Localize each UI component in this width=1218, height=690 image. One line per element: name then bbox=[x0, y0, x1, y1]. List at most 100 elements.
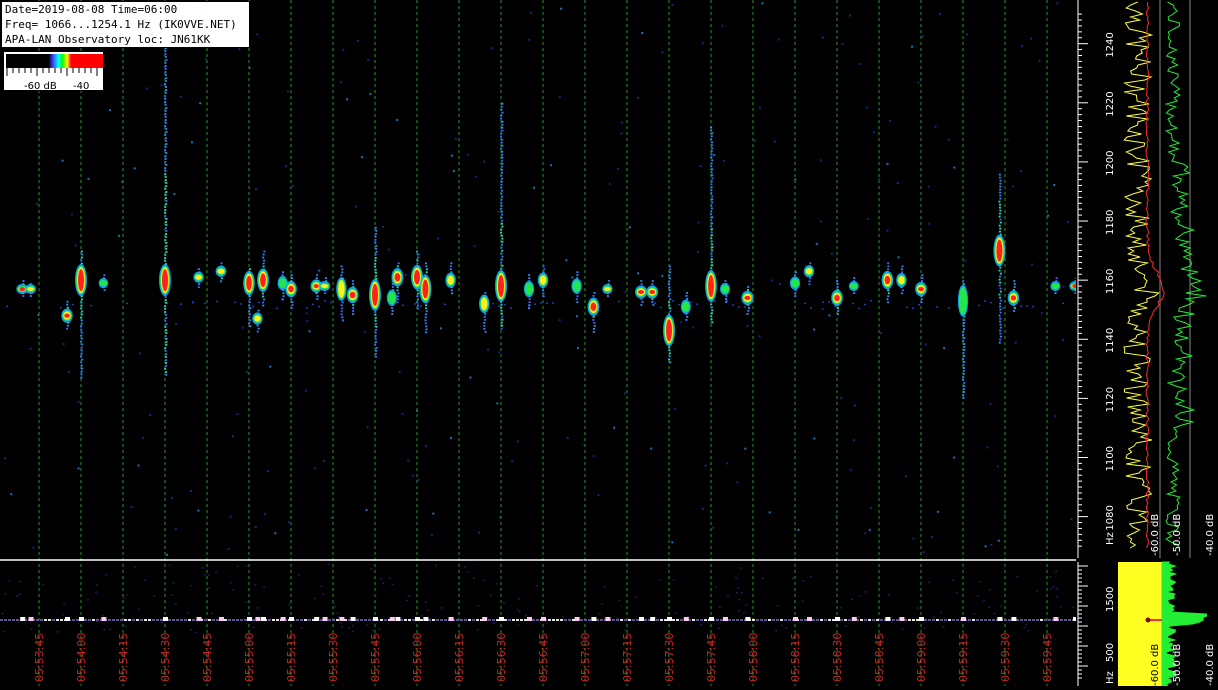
noise-speck bbox=[697, 250, 699, 253]
band-trace bbox=[1008, 619, 1011, 621]
noise-speck bbox=[852, 302, 854, 305]
noise-speck bbox=[398, 371, 401, 374]
band-trace bbox=[444, 619, 447, 621]
band-trace bbox=[496, 619, 499, 621]
band-trace bbox=[336, 619, 339, 621]
band-echo bbox=[482, 617, 488, 621]
noise-speck bbox=[624, 629, 627, 632]
band-trace bbox=[108, 619, 111, 621]
noise-speck bbox=[322, 593, 325, 596]
noise-speck bbox=[637, 272, 640, 275]
band-trace bbox=[348, 619, 351, 621]
frequency-tick-label: 1080 bbox=[1105, 505, 1116, 530]
band-echo bbox=[527, 617, 532, 621]
spectrogram-chart: 05:53:45 05:54:00 05:54:15 05:54:30 05:54:45… bbox=[0, 0, 1218, 687]
noise-speck bbox=[660, 306, 662, 309]
noise-speck bbox=[517, 624, 520, 626]
noise-speck bbox=[618, 599, 621, 602]
band-trace bbox=[504, 619, 507, 621]
noise-speck bbox=[245, 565, 248, 567]
noise-speck bbox=[1023, 626, 1026, 629]
noise-speck bbox=[623, 392, 626, 395]
noise-speck bbox=[934, 125, 937, 128]
noise-speck bbox=[864, 532, 867, 535]
noise-speck bbox=[616, 167, 619, 170]
noise-speck bbox=[745, 604, 748, 606]
noise-speck bbox=[432, 512, 435, 515]
noise-speck bbox=[87, 177, 90, 180]
band-trace bbox=[1028, 619, 1031, 621]
noise-speck bbox=[252, 306, 254, 308]
noise-speck bbox=[598, 612, 601, 615]
noise-speck bbox=[388, 577, 391, 579]
noise-speck bbox=[672, 579, 675, 581]
noise-speck bbox=[906, 306, 908, 309]
band-echo bbox=[389, 617, 395, 621]
band-trace bbox=[512, 619, 515, 621]
band-trace bbox=[128, 619, 131, 621]
noise-speck bbox=[192, 301, 194, 304]
noise-speck bbox=[819, 159, 822, 162]
band-trace bbox=[216, 619, 219, 621]
band-trace bbox=[636, 619, 639, 621]
noise-speck bbox=[989, 403, 992, 406]
noise-speck bbox=[988, 588, 991, 591]
band-trace bbox=[404, 619, 407, 621]
noise-speck bbox=[420, 615, 423, 617]
color-scale-gradient bbox=[6, 54, 103, 68]
noise-speck bbox=[736, 481, 739, 484]
band-trace bbox=[308, 619, 311, 621]
noise-speck bbox=[758, 335, 761, 338]
band-echo bbox=[1053, 617, 1059, 621]
noise-speck bbox=[96, 584, 98, 586]
time-tick-label: 05:59:15 bbox=[957, 633, 970, 682]
band-trace bbox=[1040, 619, 1043, 621]
noise-speck bbox=[661, 51, 664, 54]
band-trace bbox=[44, 619, 47, 621]
noise-speck bbox=[430, 534, 433, 537]
noise-speck bbox=[518, 610, 521, 613]
noise-speck bbox=[29, 347, 32, 350]
noise-speck bbox=[785, 627, 788, 629]
noise-speck bbox=[713, 154, 716, 157]
noise-speck bbox=[30, 628, 33, 631]
noise-speck bbox=[736, 592, 738, 594]
band-trace bbox=[976, 619, 979, 621]
noise-speck bbox=[175, 323, 178, 326]
noise-speck bbox=[365, 509, 368, 511]
noise-speck bbox=[1054, 415, 1057, 418]
noise-speck bbox=[661, 274, 664, 277]
band-echo bbox=[683, 617, 689, 621]
band-trace bbox=[848, 619, 851, 621]
noise-speck bbox=[887, 594, 890, 596]
band-echo bbox=[793, 617, 798, 621]
noise-speck bbox=[130, 506, 133, 508]
noise-speck bbox=[948, 306, 950, 309]
noise-speck bbox=[2, 630, 5, 633]
noise-speck bbox=[179, 95, 182, 98]
noise-speck bbox=[56, 631, 59, 633]
band-trace bbox=[508, 619, 511, 621]
band-echo bbox=[423, 617, 429, 621]
band-trace bbox=[616, 619, 619, 621]
band-trace bbox=[88, 619, 91, 621]
noise-speck bbox=[203, 573, 206, 576]
noise-speck bbox=[333, 602, 336, 605]
time-tick-label: 05:57:45 bbox=[705, 633, 718, 682]
noise-speck bbox=[813, 328, 816, 331]
band-echo bbox=[1011, 617, 1017, 621]
band-trace bbox=[564, 619, 567, 621]
noise-speck bbox=[744, 306, 746, 308]
noise-speck bbox=[86, 599, 89, 601]
noise-speck bbox=[207, 574, 210, 576]
scale-label-low: -60 dB bbox=[24, 81, 57, 92]
noise-speck bbox=[194, 631, 197, 634]
band-echo bbox=[219, 617, 224, 621]
band-trace bbox=[536, 619, 539, 621]
noise-speck bbox=[426, 609, 429, 611]
noise-speck bbox=[933, 616, 936, 619]
noise-speck bbox=[678, 303, 680, 306]
noise-speck bbox=[231, 589, 234, 591]
noise-speck bbox=[849, 14, 851, 17]
noise-speck bbox=[336, 612, 339, 615]
